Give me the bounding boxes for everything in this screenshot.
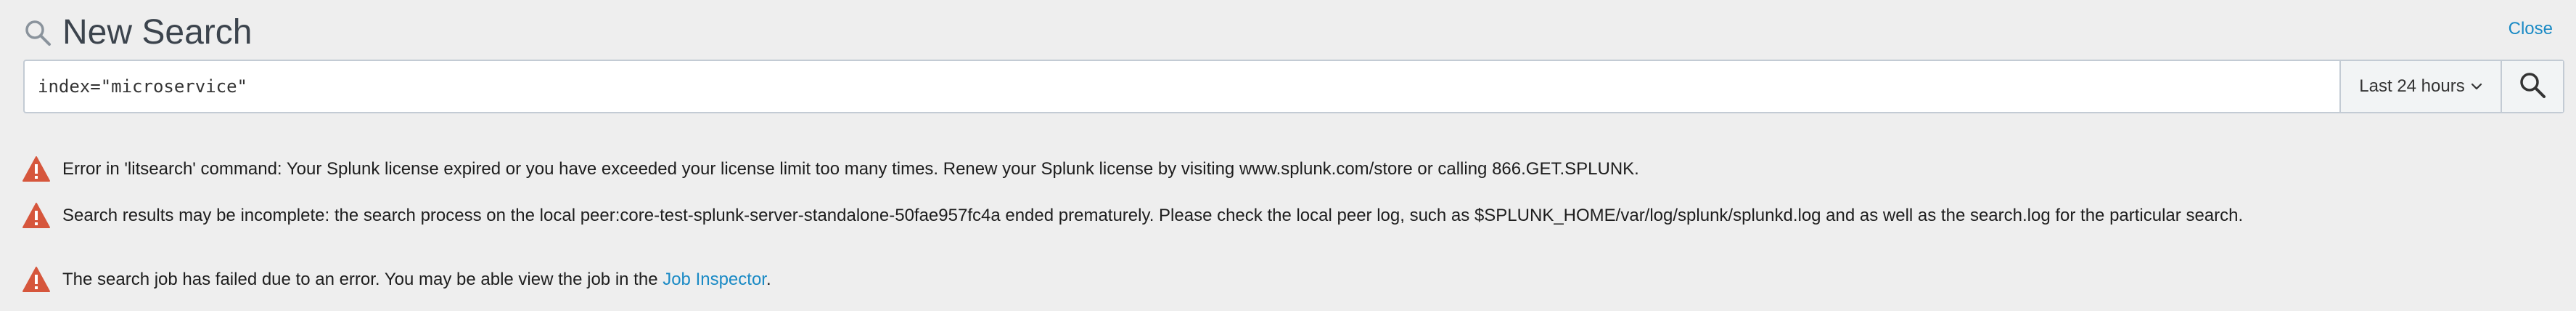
error-message: Search results may be incomplete: the se… (22, 202, 2243, 230)
search-bar: Last 24 hours (23, 60, 2564, 113)
message-text: Error in 'litsearch' command: Your Splun… (62, 159, 1639, 179)
time-range-label: Last 24 hours (2359, 76, 2465, 96)
magnifier-icon (2518, 70, 2547, 103)
message-text-before: The search job has failed due to an erro… (62, 270, 663, 289)
chevron-down-icon (2471, 82, 2482, 91)
warning-triangle-icon (22, 267, 50, 292)
warning-triangle-icon (22, 203, 50, 228)
error-message: Error in 'litsearch' command: Your Splun… (22, 156, 1639, 183)
message-text-after: . (766, 270, 771, 289)
search-button[interactable] (2501, 61, 2563, 112)
new-search-page: New Search Close Last 24 hours (0, 0, 2576, 311)
warning-triangle-icon (22, 156, 50, 182)
magnifier-icon (22, 17, 54, 49)
message-text: Search results may be incomplete: the se… (62, 206, 2244, 225)
job-inspector-link[interactable]: Job Inspector (663, 270, 766, 289)
search-query-input[interactable] (25, 61, 2339, 112)
close-link[interactable]: Close (2509, 19, 2553, 39)
page-title: New Search (62, 13, 253, 52)
page-header: New Search (22, 6, 252, 60)
time-range-picker[interactable]: Last 24 hours (2339, 61, 2501, 112)
error-message: The search job has failed due to an erro… (22, 266, 771, 294)
message-text: The search job has failed due to an erro… (62, 270, 771, 290)
